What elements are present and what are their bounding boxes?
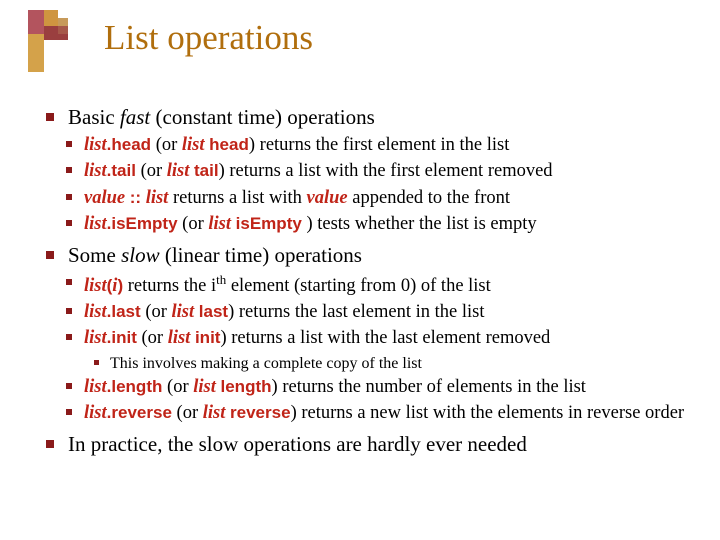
bullet-init: list.init (or list init) returns a list … [62,327,692,350]
bullet-cons: value :: list returns a list with value … [62,187,692,210]
bullet-isempty: list.isEmpty (or list isEmpty ) tests wh… [62,213,692,236]
bullet-practice: In practice, the slow operations are har… [40,431,692,457]
bullet-init-note: This involves making a complete copy of … [92,354,692,374]
bullet-head: list.head (or list head) returns the fir… [62,134,692,157]
slide-body: Basic fast (constant time) operations li… [40,104,692,461]
slide-title: List operations [104,18,313,58]
bullet-reverse: list.reverse (or list reverse) returns a… [62,402,692,425]
bullet-tail: list.tail (or list tail) returns a list … [62,160,692,183]
bullet-apply: list(i) returns the ith element (startin… [62,272,692,298]
bullet-last: list.last (or list last) returns the las… [62,301,692,324]
bullet-fast-heading: Basic fast (constant time) operations [40,104,692,130]
bullet-slow-heading: Some slow (linear time) operations [40,242,692,268]
bullet-length: list.length (or list length) returns the… [62,376,692,399]
corner-decoration [28,10,68,72]
